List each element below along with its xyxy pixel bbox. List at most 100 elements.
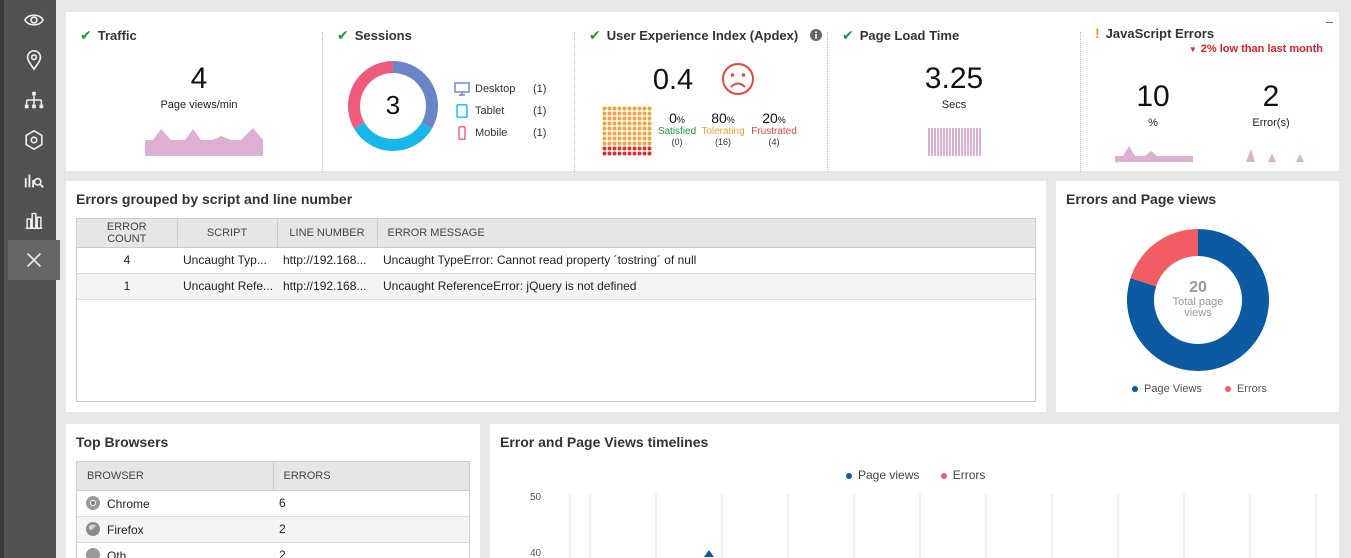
js-error-rate-sparkline — [1115, 146, 1193, 162]
apdex-dot — [627, 126, 632, 131]
js-error-count: 2 — [1262, 80, 1280, 113]
apdex-dot — [637, 106, 642, 111]
sidebar — [0, 0, 60, 558]
donut-slice-errors[interactable] — [1130, 229, 1198, 287]
info-icon[interactable] — [809, 29, 822, 41]
apdex-dot — [607, 106, 612, 111]
load-time-bar — [943, 128, 945, 156]
sessions-metric[interactable]: ✔ Sessions 3 Desktop (1) Tablet (1) Mobile(… — [323, 12, 574, 171]
table-row[interactable]: Firefox 2 — [77, 516, 469, 543]
apdex-dot — [627, 131, 632, 136]
load-time-bar — [946, 128, 948, 156]
apdex-dot — [632, 126, 637, 131]
load-time-bar — [961, 128, 963, 156]
column-header[interactable]: SCRIPT — [177, 219, 278, 248]
sidebar-item-analytics[interactable] — [8, 160, 60, 200]
js-error-count-unit: Error(s) — [1252, 117, 1290, 129]
load-time-bar — [973, 128, 975, 156]
apdex-dot — [642, 151, 647, 156]
apdex-dot — [642, 131, 647, 136]
load-time-bar — [949, 128, 951, 156]
tablet-icon — [456, 104, 468, 118]
table-row[interactable]: Oth 2 — [77, 542, 469, 558]
apdex-dot — [637, 131, 642, 136]
close-icon — [26, 252, 42, 268]
traffic-value: 4 — [190, 62, 208, 95]
page-load-metric[interactable]: ✔ Page Load Time 3.25 Secs — [828, 12, 1080, 171]
table-row[interactable]: 1 Uncaught Refe... http://192.168... Unc… — [77, 273, 1035, 300]
apdex-dot — [612, 141, 617, 146]
apdex-dot — [632, 111, 637, 116]
column-header[interactable]: ERROR MESSAGE — [377, 219, 1035, 248]
apdex-dot — [647, 106, 652, 111]
traffic-metric[interactable]: ✔ Traffic 4 Page views/min — [66, 12, 322, 171]
js-error-rate: 10 — [1136, 80, 1170, 113]
page-load-sparkline — [928, 128, 981, 156]
apdex-dot — [617, 126, 622, 131]
load-time-bar — [928, 128, 930, 156]
apdex-dot — [617, 121, 622, 126]
sad-face-icon — [722, 63, 754, 95]
js-errors-metric[interactable]: ! JavaScript Errors – ▼ 2% low than last m… — [1081, 12, 1339, 171]
apdex-dot — [627, 121, 632, 126]
apdex-dot — [622, 126, 627, 131]
table-row[interactable]: 4 Uncaught Typ... http://192.168... Unca… — [77, 247, 1035, 274]
legend-item-errors[interactable]: Errors — [940, 468, 985, 482]
apdex-dot — [622, 141, 627, 146]
apdex-dot — [607, 141, 612, 146]
legend-item-errors[interactable]: Errors — [1224, 383, 1267, 395]
apdex-dot — [632, 106, 637, 111]
check-icon: ✔ — [842, 27, 854, 43]
sidebar-item-overview[interactable] — [8, 0, 60, 40]
js-error-count-sparkline — [1246, 149, 1304, 162]
sidebar-item-network[interactable] — [8, 80, 60, 120]
apdex-dot — [637, 141, 642, 146]
apdex-dot — [647, 131, 652, 136]
apdex-dot — [622, 111, 627, 116]
load-time-bar — [964, 128, 966, 156]
column-header[interactable]: LINE NUMBER — [277, 219, 378, 248]
column-header[interactable]: ERRORS — [273, 462, 469, 491]
apdex-dot — [602, 121, 607, 126]
apdex-metric[interactable]: ✔ User Experience Index (Apdex) 0.4 0% Sa… — [575, 12, 827, 171]
apdex-dot — [632, 141, 637, 146]
line-number-cell: http://192.168... — [277, 273, 377, 300]
eye-icon — [23, 14, 45, 26]
sidebar-item-hub[interactable] — [8, 120, 60, 160]
load-time-bar — [967, 128, 969, 156]
apdex-dot — [617, 106, 622, 111]
page-load-title: ✔ Page Load Time — [842, 27, 960, 43]
network-icon — [24, 91, 44, 109]
column-header[interactable]: ERROR COUNT — [77, 219, 178, 248]
apdex-dot — [612, 146, 617, 151]
sessions-slice-tablet — [354, 122, 432, 152]
apdex-dot — [622, 116, 627, 121]
sessions-title: ✔ Sessions — [337, 27, 412, 43]
device-list: Desktop (1) Tablet (1) Mobile (1) — [454, 78, 546, 144]
donut-center-value: 20 — [1189, 279, 1207, 296]
desktop-icon — [454, 82, 470, 96]
apdex-dot — [607, 151, 612, 156]
apdex-dot — [622, 106, 627, 111]
apdex-dot — [642, 121, 647, 126]
sidebar-item-reports[interactable] — [8, 200, 60, 240]
apdex-dot — [612, 131, 617, 136]
apdex-dot — [637, 136, 642, 141]
legend-item-page-views[interactable]: Page views — [846, 468, 919, 482]
load-time-bar — [955, 128, 957, 156]
error-count-cell: 4 — [77, 247, 177, 274]
apdex-dot — [602, 141, 607, 146]
load-time-bar — [934, 128, 936, 156]
minimize-button[interactable]: – — [1326, 14, 1333, 29]
apdex-dot — [642, 111, 647, 116]
sidebar-item-close[interactable] — [8, 240, 60, 280]
page-views-point[interactable] — [704, 550, 714, 557]
load-time-bar — [979, 128, 981, 156]
table-row[interactable]: Chrome 6 — [77, 490, 469, 517]
device-mobile: Mobile (1) — [454, 122, 546, 144]
legend-item-page-views[interactable]: Page Views — [1132, 383, 1202, 395]
apdex-dot — [622, 146, 627, 151]
apdex-dot — [647, 111, 652, 116]
sidebar-item-location[interactable] — [8, 40, 60, 80]
column-header[interactable]: BROWSER — [77, 462, 274, 491]
